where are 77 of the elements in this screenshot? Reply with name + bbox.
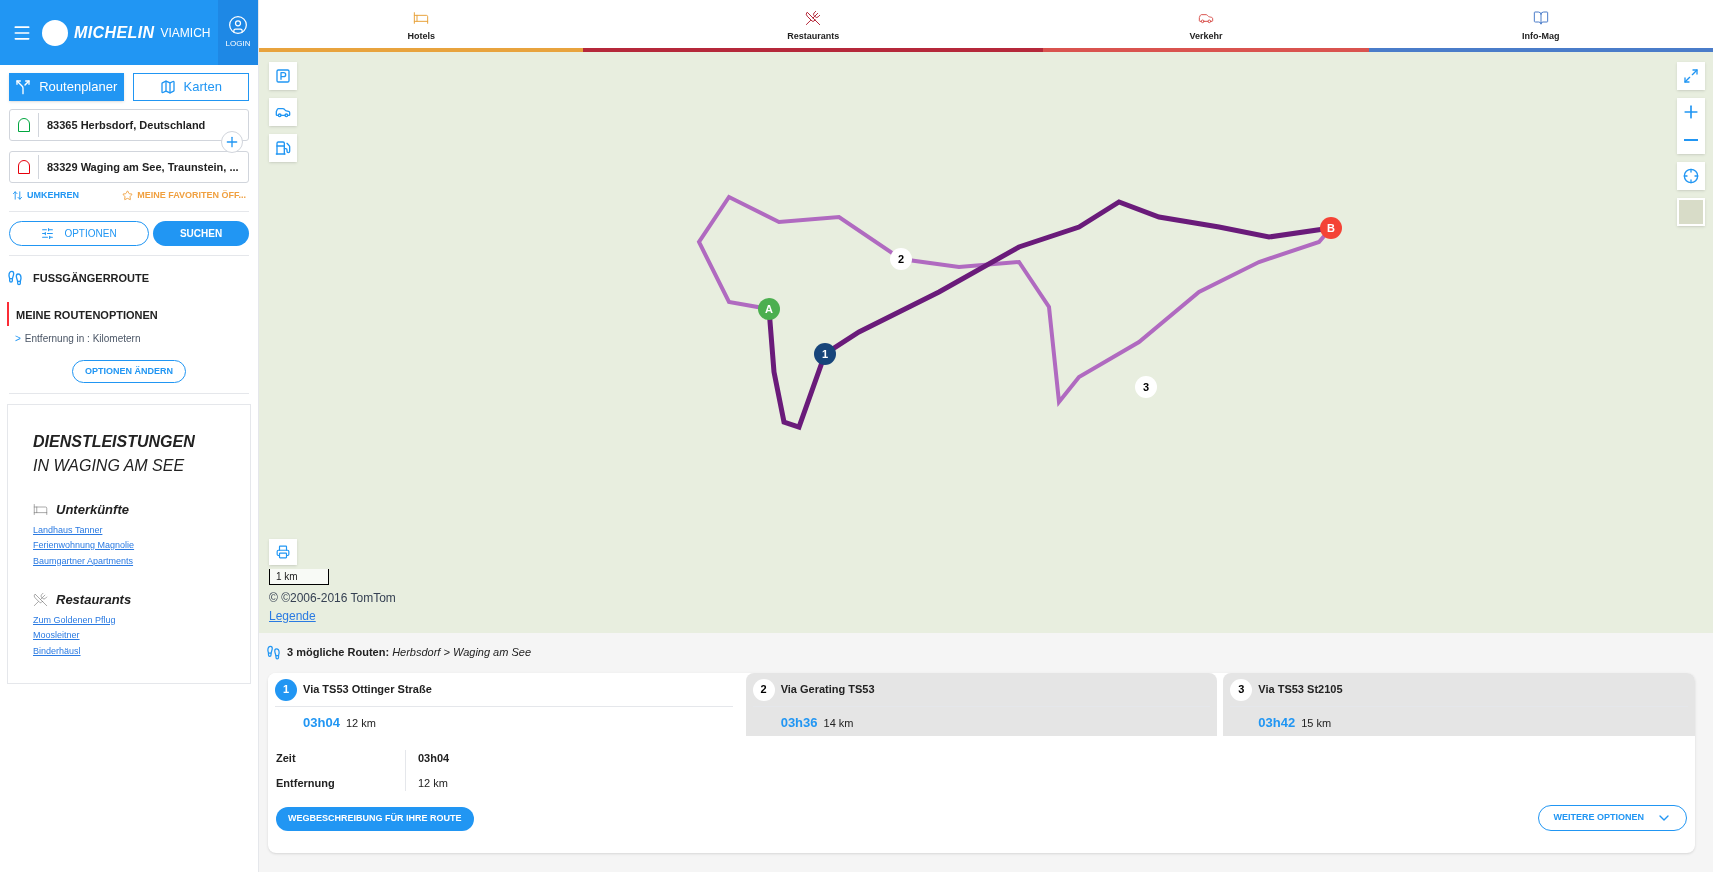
- print-button[interactable]: [269, 539, 297, 565]
- route-distance: 12 km: [345, 715, 376, 731]
- route-time: 03h42: [1258, 713, 1296, 732]
- service-link[interactable]: Landhaus Tanner: [33, 523, 225, 537]
- map-icon: [159, 79, 176, 95]
- fork-knife-icon: [805, 9, 822, 26]
- routes-summary: 3 mögliche Routen: Herbsdorf > Waging am See: [287, 645, 532, 660]
- minus-icon: [1684, 139, 1698, 141]
- route-marker[interactable]: 3: [1135, 376, 1157, 398]
- service-link[interactable]: Zum Goldenen Pflug: [33, 613, 225, 627]
- route-marker[interactable]: 1: [814, 343, 836, 365]
- fuel-button[interactable]: [269, 134, 297, 162]
- fork-knife-icon: [33, 592, 48, 608]
- swap-arrows-icon: [12, 190, 23, 202]
- service-link[interactable]: Binderhäusl: [33, 644, 225, 658]
- route-time: 03h36: [780, 713, 818, 732]
- waypoint-field[interactable]: 83329 Waging am See, Traunstein, ...: [9, 151, 249, 183]
- login-button[interactable]: LOGIN: [218, 0, 258, 65]
- group-title: Unterkünfte: [56, 501, 129, 519]
- service-link[interactable]: Ferienwohnung Magnolie: [33, 539, 225, 553]
- detail-label: Entfernung: [276, 775, 336, 791]
- directions-button[interactable]: WEGBESCHREIBUNG FÜR IHRE ROUTE: [276, 807, 474, 831]
- add-stop-button[interactable]: [221, 131, 243, 153]
- map-thumbnail-button[interactable]: [1677, 198, 1705, 226]
- route-number: 3: [1230, 678, 1253, 701]
- detail-value: 12 km: [418, 775, 449, 791]
- fullscreen-button[interactable]: [1677, 62, 1705, 90]
- scale-bar: 1 km: [269, 569, 329, 585]
- route-distance: 14 km: [823, 715, 854, 731]
- route-tab[interactable]: 2 Via Gerating TS53 03h36 14 km: [745, 672, 1218, 736]
- route-number: 1: [275, 678, 297, 701]
- waypoint-field[interactable]: 83365 Herbsdorf, Deutschland: [9, 109, 249, 141]
- service-link[interactable]: Baumgartner Apartments: [33, 554, 225, 568]
- route-distance: 15 km: [1301, 715, 1332, 731]
- crosshair-icon: [1683, 168, 1699, 184]
- mode-tab[interactable]: Routenplaner: [9, 73, 124, 101]
- swap-link[interactable]: UMKEHREN: [12, 189, 79, 203]
- logo-drawing: MICHELIN VIAMICH: [42, 19, 211, 46]
- section-title: MEINE ROUTENOPTIONEN: [16, 309, 158, 321]
- parking-button[interactable]: [269, 62, 297, 90]
- route-name: Via Gerating TS53: [780, 682, 875, 698]
- route-time: 03h04: [303, 713, 340, 732]
- services-subtitle: IN WAGING AM SEE: [33, 456, 186, 476]
- route-tab[interactable]: 3 Via TS53 St2105 03h42 15 km: [1223, 672, 1695, 736]
- route-marker[interactable]: 2: [890, 248, 912, 270]
- route-number: 2: [752, 678, 775, 701]
- legend-link[interactable]: Legende: [269, 607, 316, 625]
- parking-icon: [275, 68, 291, 84]
- route-name: Via TS53 St2105: [1258, 682, 1343, 698]
- route-name: Via TS53 Ottinger Straße: [303, 682, 432, 698]
- plus-icon: [224, 134, 240, 150]
- detail-label: Zeit: [276, 751, 297, 766]
- services-title: DIENSTLEISTUNGEN: [33, 432, 196, 452]
- user-icon: [228, 15, 248, 35]
- car-button[interactable]: [269, 98, 297, 126]
- detail-value: 03h04: [418, 751, 450, 766]
- mode-tab[interactable]: Karten: [132, 73, 249, 101]
- locate-button[interactable]: [1677, 162, 1705, 190]
- map-view[interactable]: A B 1 2 3 1 km © ©2006-2016 TomTom Legende: [259, 52, 1713, 633]
- copyright-text: © ©2006-2016 TomTom: [269, 590, 396, 607]
- printer-icon: [276, 545, 290, 559]
- route-split-icon: [15, 79, 32, 95]
- fuel-pump-icon: [275, 140, 291, 156]
- search-button[interactable]: SUCHEN: [153, 220, 249, 246]
- book-icon: [1532, 9, 1549, 26]
- route-marker[interactable]: B: [1320, 217, 1342, 239]
- bed-icon: [33, 502, 48, 518]
- group-title: Restaurants: [56, 591, 132, 609]
- fullscreen-icon: [1683, 68, 1699, 84]
- option-text: Entfernung in : Kilometern: [24, 332, 141, 346]
- route-type-label: FUSSGÄNGERROUTE: [33, 270, 150, 286]
- star-icon: [122, 190, 134, 202]
- bed-icon: [413, 9, 430, 26]
- bullet-marker: >: [15, 332, 21, 346]
- service-link[interactable]: Moosleitner: [33, 629, 225, 643]
- route-marker[interactable]: A: [758, 298, 780, 320]
- sliders-icon: [41, 226, 55, 240]
